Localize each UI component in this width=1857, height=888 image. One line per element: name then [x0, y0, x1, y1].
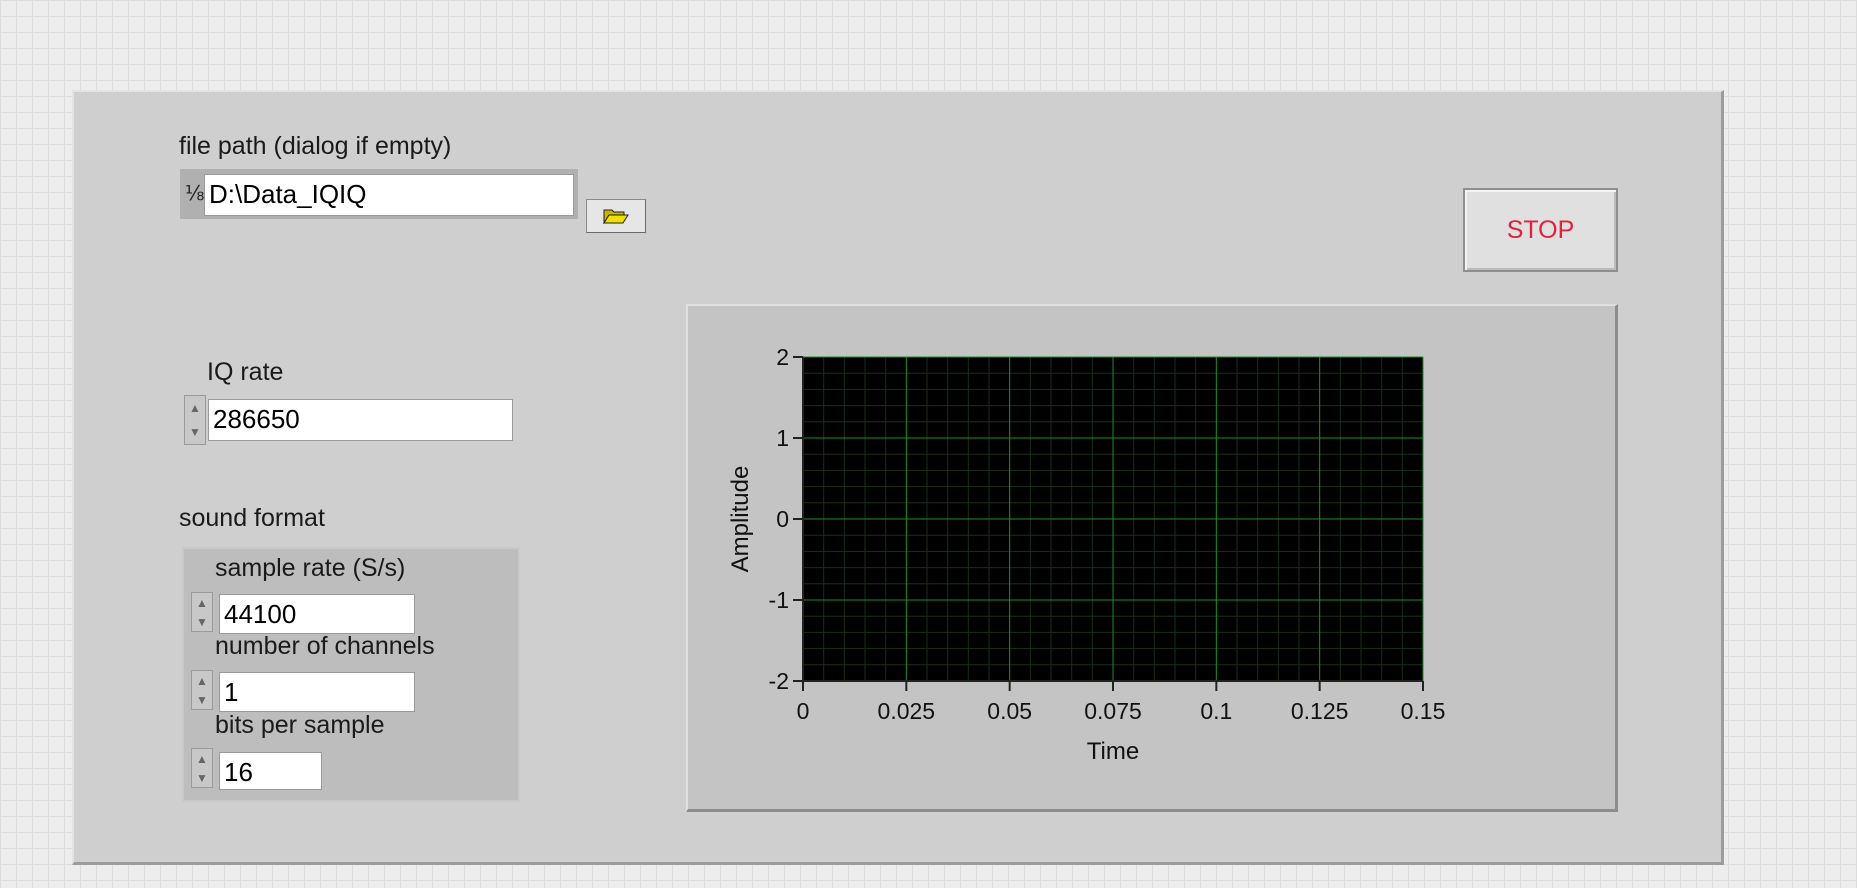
bits-per-sample-label: bits per sample	[215, 711, 385, 739]
increment-arrow-icon[interactable]: ▲	[192, 749, 212, 768]
x-axis-label: Time	[1087, 738, 1139, 765]
sample-rate-input[interactable]: 44100	[219, 594, 415, 634]
sound-format-label: sound format	[179, 504, 325, 532]
x-tick-label: 0.025	[878, 698, 936, 724]
iq-rate-label: IQ rate	[207, 358, 284, 386]
sample-rate-spinner[interactable]: ▲ ▼	[191, 592, 213, 632]
iq-rate-input[interactable]: 286650	[208, 399, 513, 441]
bits-spinner[interactable]: ▲ ▼	[191, 748, 213, 788]
browse-button[interactable]	[586, 199, 646, 233]
y-tick-label: 2	[776, 344, 789, 370]
y-tick-label: 0	[776, 506, 789, 532]
decrement-arrow-icon[interactable]: ▼	[192, 612, 212, 631]
channels-label: number of channels	[215, 632, 435, 660]
front-panel: file path (dialog if empty) ⅛ D:\Data_IQ…	[72, 90, 1724, 865]
x-tick-label: 0.05	[987, 698, 1032, 724]
y-tick-label: 1	[776, 425, 789, 451]
sample-rate-label: sample rate (S/s)	[215, 554, 406, 582]
channels-input[interactable]: 1	[219, 672, 415, 712]
y-tick-label: -2	[769, 668, 789, 694]
waveform-chart: 0 0.025 0.05 0.075 0.1 0.125 0.15210-1-2 Time …	[727, 344, 1446, 765]
channels-spinner[interactable]: ▲ ▼	[191, 670, 213, 710]
file-path-label: file path (dialog if empty)	[179, 132, 452, 160]
file-path-input[interactable]: D:\Data_IQIQ	[204, 174, 574, 216]
iq-rate-spinner[interactable]: ▲ ▼	[184, 395, 206, 445]
decrement-arrow-icon[interactable]: ▼	[192, 690, 212, 709]
y-axis-label: Amplitude	[727, 466, 754, 573]
decrement-arrow-icon[interactable]: ▼	[185, 420, 205, 444]
waveform-graph: 0 0.025 0.05 0.075 0.1 0.125 0.15 2 1 0 -1 -2 Time …	[686, 304, 1618, 812]
y-tick-label: -1	[769, 587, 789, 613]
x-tick-label: 0.15	[1401, 698, 1446, 724]
x-tick-label: 0	[797, 698, 810, 724]
x-tick-label: 0.075	[1084, 698, 1142, 724]
increment-arrow-icon[interactable]: ▲	[192, 671, 212, 690]
x-tick-label: 0.125	[1291, 698, 1349, 724]
path-type-icon: ⅛	[185, 181, 205, 205]
increment-arrow-icon[interactable]: ▲	[185, 396, 205, 420]
increment-arrow-icon[interactable]: ▲	[192, 593, 212, 612]
stop-button[interactable]: STOP	[1463, 188, 1618, 272]
x-tick-label: 0.1	[1200, 698, 1232, 724]
bits-per-sample-input[interactable]: 16	[219, 752, 322, 790]
folder-open-icon	[603, 209, 629, 224]
decrement-arrow-icon[interactable]: ▼	[192, 768, 212, 787]
